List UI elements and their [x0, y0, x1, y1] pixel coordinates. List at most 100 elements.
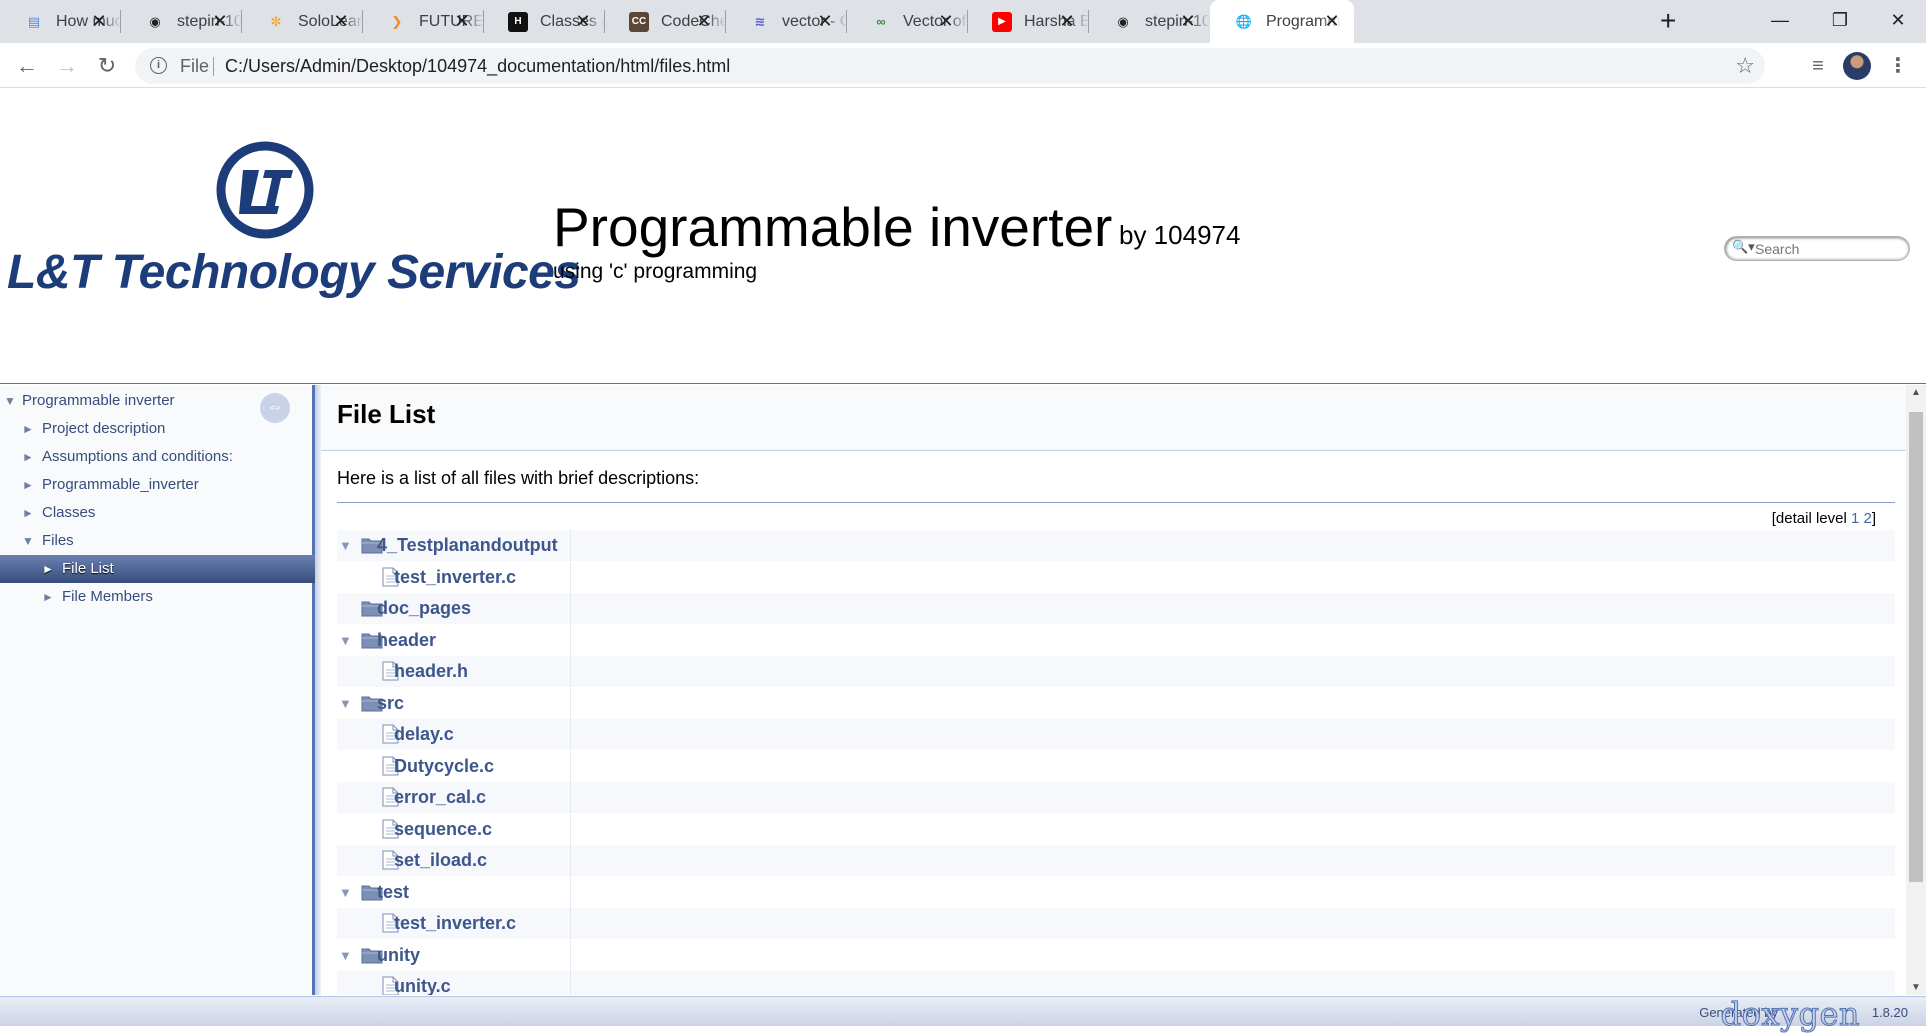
forward-icon[interactable]: →	[52, 51, 82, 81]
tab-close-icon[interactable]: ✕	[1178, 11, 1198, 32]
sync-toggle-icon[interactable]: ⇔	[260, 393, 290, 423]
sidebar-item-label[interactable]: File List	[62, 555, 114, 583]
sidebar-item-classes[interactable]: ► Classes	[0, 499, 315, 527]
browser-tab[interactable]: CC CodeChef ✕	[605, 0, 726, 43]
tab-close-icon[interactable]: ✕	[331, 11, 351, 32]
folder-row[interactable]: ▼ test	[337, 876, 1895, 908]
expand-down-icon[interactable]: ▼	[339, 696, 352, 711]
expand-down-icon[interactable]: ▼	[339, 633, 352, 648]
avatar[interactable]	[1843, 52, 1871, 80]
expand-right-icon[interactable]: ►	[42, 583, 54, 611]
kebab-menu-icon[interactable]: ⋮	[1884, 52, 1912, 80]
sidebar-item-programmable-inverter[interactable]: ► Programmable_inverter	[0, 471, 315, 499]
file-link[interactable]: error_cal.c	[394, 787, 486, 808]
file-link[interactable]: test_inverter.c	[394, 567, 516, 588]
sidebar-item-files[interactable]: ▼ Files	[0, 527, 315, 555]
browser-tab[interactable]: ▤How much✕	[0, 0, 121, 43]
folder-row[interactable]: ▼ src	[337, 687, 1895, 719]
sidebar-item-label[interactable]: Programmable_inverter	[42, 471, 199, 499]
folder-link[interactable]: src	[377, 693, 404, 714]
vertical-scrollbar[interactable]: ▲ ▼	[1906, 385, 1926, 995]
address-bar[interactable]: i File C:/Users/Admin/Desktop/104974_doc…	[135, 48, 1765, 84]
media-control-icon[interactable]: ≡	[1804, 52, 1832, 80]
browser-tab[interactable]: ◉stepin-104✕	[121, 0, 242, 43]
minimize-button[interactable]: —	[1752, 0, 1808, 43]
browser-tab[interactable]: ∞ Vector of ✕	[847, 0, 968, 43]
tab-close-icon[interactable]: ✕	[694, 11, 714, 32]
folder-row[interactable]: ▼ 4_Testplanandoutput	[337, 530, 1895, 561]
restore-button[interactable]: ❐	[1812, 0, 1868, 43]
tab-close-icon[interactable]: ✕	[936, 11, 956, 32]
expand-down-icon[interactable]: ▼	[4, 387, 16, 415]
close-window-button[interactable]: ✕	[1870, 0, 1926, 43]
sidebar-item-label[interactable]: Programmable inverter	[22, 387, 175, 415]
file-link[interactable]: test_inverter.c	[394, 913, 516, 934]
folder-row[interactable]: ▼ header	[337, 624, 1895, 656]
sidebar-item-file-members[interactable]: ► File Members	[0, 583, 315, 611]
file-link[interactable]: sequence.c	[394, 819, 492, 840]
scrollbar-thumb[interactable]	[1909, 412, 1923, 882]
expand-down-icon[interactable]: ▼	[22, 527, 34, 555]
tab-close-icon[interactable]: ✕	[815, 11, 835, 32]
expand-down-icon[interactable]: ▼	[339, 885, 352, 900]
file-row[interactable]: delay.c	[337, 719, 1895, 750]
search-box[interactable]: 🔍▾	[1724, 236, 1910, 261]
file-row[interactable]: sequence.c	[337, 813, 1895, 845]
file-row[interactable]: set_iload.c	[337, 845, 1895, 876]
search-icon[interactable]: 🔍▾	[1732, 239, 1755, 255]
tab-close-icon[interactable]: ✕	[210, 11, 230, 32]
folder-row[interactable]: doc_pages	[337, 593, 1895, 624]
address-url[interactable]: C:/Users/Admin/Desktop/104974_documentat…	[225, 56, 730, 77]
reload-icon[interactable]: ↻	[92, 51, 122, 81]
scroll-up-icon[interactable]: ▲	[1906, 387, 1926, 398]
tab-close-icon[interactable]: ✕	[1057, 11, 1077, 32]
sidebar-item-label[interactable]: Assumptions and conditions:	[42, 443, 233, 471]
sidebar-item-assumptions-and-conditions[interactable]: ► Assumptions and conditions:	[0, 443, 315, 471]
file-row[interactable]: test_inverter.c	[337, 561, 1895, 593]
expand-down-icon[interactable]: ▼	[339, 948, 352, 963]
new-tab-button[interactable]: +	[1660, 6, 1676, 36]
doxygen-logo[interactable]: doxygen	[1720, 995, 1860, 1033]
file-row[interactable]: header.h	[337, 656, 1895, 687]
info-icon[interactable]: i	[150, 57, 167, 74]
detail-level-1-link[interactable]: 1	[1851, 510, 1859, 527]
folder-row[interactable]: ▼ unity	[337, 939, 1895, 971]
tab-close-icon[interactable]: ✕	[573, 11, 593, 32]
tab-close-icon[interactable]: ✕	[1322, 11, 1342, 32]
folder-link[interactable]: header	[377, 630, 436, 651]
expand-right-icon[interactable]: ►	[22, 415, 34, 443]
folder-link[interactable]: 4_Testplanandoutput	[377, 535, 558, 556]
file-link[interactable]: set_iload.c	[394, 850, 487, 871]
file-row[interactable]: test_inverter.c	[337, 908, 1895, 939]
file-link[interactable]: header.h	[394, 661, 468, 682]
expand-down-icon[interactable]: ▼	[339, 538, 352, 553]
browser-tab[interactable]: ✼SoloLearn✕	[242, 0, 363, 43]
sidebar-item-label[interactable]: Project description	[42, 415, 165, 443]
file-row[interactable]: error_cal.c	[337, 782, 1895, 813]
browser-tab[interactable]: ◉stepin-104✕	[1089, 0, 1210, 43]
file-link[interactable]: delay.c	[394, 724, 454, 745]
bookmark-star-icon[interactable]: ☆	[1735, 53, 1755, 79]
expand-right-icon[interactable]: ►	[42, 555, 54, 583]
folder-link[interactable]: doc_pages	[377, 598, 471, 619]
expand-right-icon[interactable]: ►	[22, 499, 34, 527]
sidebar-item-label[interactable]: File Members	[62, 583, 153, 611]
browser-tab[interactable]: ▶Harsha Bh✕	[968, 0, 1089, 43]
sidebar-item-label[interactable]: Files	[42, 527, 74, 555]
scroll-down-icon[interactable]: ▼	[1906, 982, 1926, 993]
browser-tab[interactable]: HClasses an✕	[484, 0, 605, 43]
browser-tab[interactable]: ≋ vector - C ✕	[726, 0, 847, 43]
detail-level-2-link[interactable]: 2	[1863, 510, 1871, 527]
tab-close-icon[interactable]: ✕	[452, 11, 472, 32]
folder-link[interactable]: test	[377, 882, 409, 903]
file-link[interactable]: unity.c	[394, 976, 451, 995]
sidebar-item-file-list[interactable]: ► File List	[0, 555, 315, 583]
sidebar-item-label[interactable]: Classes	[42, 499, 95, 527]
file-row[interactable]: unity.c	[337, 971, 1895, 995]
file-link[interactable]: Dutycycle.c	[394, 756, 494, 777]
back-icon[interactable]: ←	[12, 51, 42, 81]
browser-tab[interactable]: 🌐 Programm ✕	[1210, 0, 1354, 43]
expand-right-icon[interactable]: ►	[22, 471, 34, 499]
folder-link[interactable]: unity	[377, 945, 420, 966]
expand-right-icon[interactable]: ►	[22, 443, 34, 471]
